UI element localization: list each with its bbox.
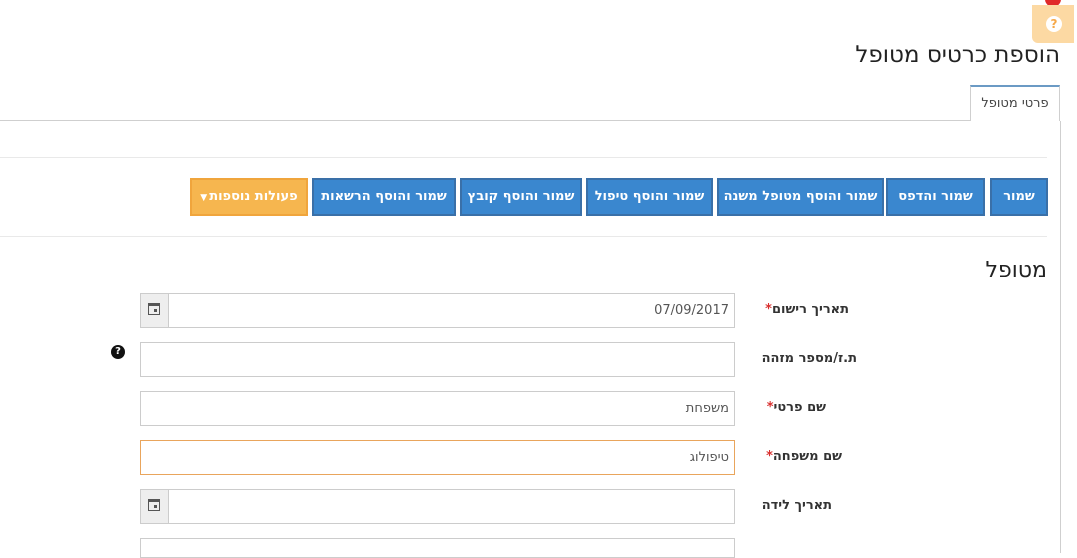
- save-button[interactable]: שמור: [990, 178, 1048, 216]
- calendar-icon: [148, 499, 160, 511]
- question-circle-icon: ?: [1046, 16, 1062, 32]
- tab-patient-details[interactable]: פרטי מטופל: [970, 85, 1060, 121]
- help-tab[interactable]: ?: [1032, 5, 1074, 43]
- registration-date-input[interactable]: 07/09/2017: [140, 293, 735, 328]
- birth-date-label: תאריך לידה: [761, 498, 832, 513]
- registration-date-value: 07/09/2017: [654, 303, 729, 318]
- tab-bar-divider: [0, 120, 971, 121]
- save-and-add-file-button[interactable]: שמור והוסף קובץ: [460, 178, 582, 216]
- first-name-input[interactable]: משפחת: [140, 391, 735, 426]
- calendar-icon: [148, 303, 160, 315]
- id-number-input[interactable]: [140, 342, 735, 377]
- page-title: הוספת כרטיס מטופל: [855, 42, 1060, 68]
- last-name-label: שם משפחה*: [766, 449, 842, 464]
- next-field-input[interactable]: [140, 538, 735, 558]
- first-name-label: שם פרטי*: [766, 400, 826, 415]
- calendar-button[interactable]: [141, 490, 169, 523]
- question-circle-icon[interactable]: ?: [111, 345, 125, 359]
- calendar-button[interactable]: [141, 294, 169, 327]
- id-number-label: ת.ז/מספר מזהה: [761, 351, 857, 366]
- birth-date-input[interactable]: [140, 489, 735, 524]
- save-and-add-treatment-button[interactable]: שמור והוסף טיפול: [586, 178, 713, 216]
- last-name-input[interactable]: טיפולוג: [140, 440, 735, 475]
- required-mark: *: [766, 449, 773, 464]
- save-and-add-subpatient-button[interactable]: שמור והוסף מטופל משנה: [717, 178, 884, 216]
- required-mark: *: [765, 302, 772, 317]
- required-mark: *: [766, 400, 774, 415]
- registration-date-label: תאריך רישום*: [765, 302, 849, 317]
- save-and-print-button[interactable]: שמור והדפס: [886, 178, 985, 216]
- section-title: מטופל: [985, 258, 1047, 283]
- content-border: [1060, 121, 1061, 553]
- save-and-add-permissions-button[interactable]: שמור והוסף הרשאות: [312, 178, 456, 216]
- caret-down-icon: ▼: [200, 193, 208, 203]
- first-name-value: משפחת: [685, 401, 729, 416]
- more-actions-dropdown[interactable]: פעולות נוספות▼: [190, 178, 308, 216]
- last-name-value: טיפולוג: [689, 450, 729, 465]
- divider: [0, 236, 1047, 237]
- divider: [0, 157, 1047, 158]
- more-actions-label: פעולות נוספות: [209, 189, 298, 204]
